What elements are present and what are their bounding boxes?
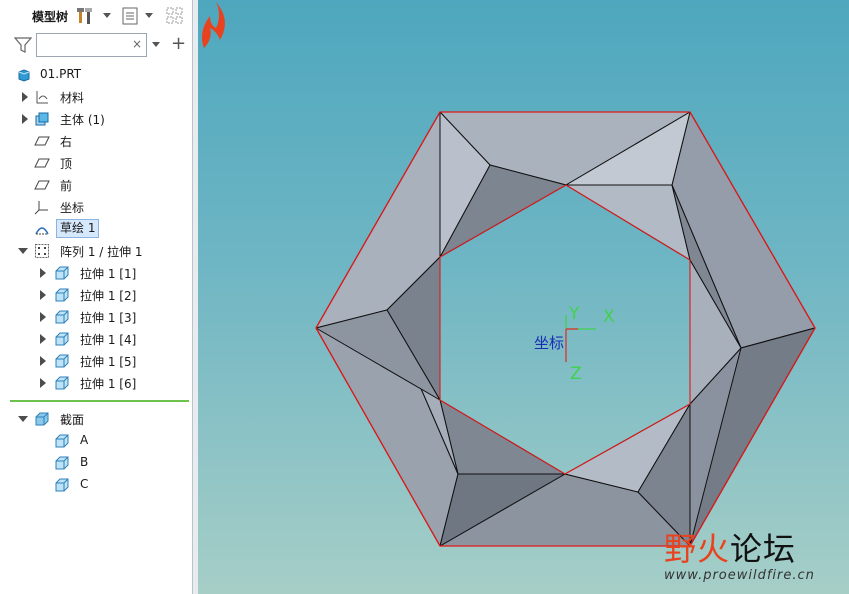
extrude-icon xyxy=(55,288,69,302)
expand-arrow-icon[interactable] xyxy=(40,356,46,366)
coordinate-system-icon xyxy=(34,201,48,215)
tree-item-material[interactable]: 材料 xyxy=(0,86,192,108)
tree-item-pattern[interactable]: 阵列 1 / 拉伸 1 xyxy=(0,240,192,262)
show-list-icon[interactable] xyxy=(120,6,140,26)
tree-item-sketch[interactable]: 草绘 1 xyxy=(0,218,192,240)
tree-item-label: 草绘 1 xyxy=(56,219,100,238)
watermark-brand-black: 论坛 xyxy=(730,530,797,568)
tree-search-input[interactable] xyxy=(36,33,147,57)
expand-arrow-icon[interactable] xyxy=(40,312,46,322)
tree-item-extrude-6[interactable]: 拉伸 1 [6] xyxy=(0,372,192,394)
datum-plane-icon xyxy=(34,136,50,146)
tree-item-label: A xyxy=(80,433,89,447)
tree-item-label: 拉伸 1 [3] xyxy=(80,311,137,325)
axis-y-label: Y xyxy=(569,304,580,324)
tree-item-label: 拉伸 1 [5] xyxy=(80,355,137,369)
tools-dropdown-icon[interactable] xyxy=(103,13,111,18)
extrude-icon xyxy=(55,310,69,324)
axis-x-label: X xyxy=(603,307,615,327)
tree-item-body[interactable]: 主体 (1) xyxy=(0,108,192,130)
clear-search-icon[interactable]: × xyxy=(132,37,142,51)
tree-item-label: 材料 xyxy=(60,91,85,105)
watermark-brand-red: 野火 xyxy=(664,530,731,568)
tree-item-label: 阵列 1 / 拉伸 1 xyxy=(60,245,143,259)
tree-item-label: 主体 (1) xyxy=(60,113,105,127)
expand-arrow-icon[interactable] xyxy=(22,92,28,102)
tree-root-label: 01.PRT xyxy=(40,67,82,81)
tree-root-row[interactable]: 01.PRT xyxy=(0,64,192,86)
tree-item-top-plane[interactable]: 顶 xyxy=(0,152,192,174)
extrude-icon xyxy=(55,266,69,280)
tree-item-section-c[interactable]: C xyxy=(0,474,192,496)
hexagon-ring-model[interactable] xyxy=(198,0,849,594)
tree-layout-icon[interactable] xyxy=(165,6,185,26)
filter-row: × + xyxy=(0,32,192,60)
extrude-icon xyxy=(55,376,69,390)
datum-plane-icon xyxy=(34,180,50,190)
section-folder-icon xyxy=(35,412,49,426)
datum-plane-icon xyxy=(34,158,50,168)
extrude-icon xyxy=(55,332,69,346)
insert-here-separator[interactable] xyxy=(10,400,189,402)
expand-arrow-icon[interactable] xyxy=(40,268,46,278)
tree-item-sections[interactable]: 截面 xyxy=(0,408,192,430)
tree-item-extrude-5[interactable]: 拉伸 1 [5] xyxy=(0,350,192,372)
section-icon xyxy=(55,456,69,470)
watermark-brand: 野火论坛 xyxy=(664,524,796,570)
part-icon xyxy=(18,69,30,82)
tree-item-label: 拉伸 1 [6] xyxy=(80,377,137,391)
tree-item-extrude-4[interactable]: 拉伸 1 [4] xyxy=(0,328,192,350)
tree-item-label: 拉伸 1 [4] xyxy=(80,333,137,347)
tree-item-extrude-3[interactable]: 拉伸 1 [3] xyxy=(0,306,192,328)
flame-logo-icon xyxy=(202,2,225,48)
tree-item-extrude-1[interactable]: 拉伸 1 [1] xyxy=(0,262,192,284)
tree-item-label: 右 xyxy=(60,135,73,149)
tree-item-label: 顶 xyxy=(60,157,73,171)
expand-arrow-icon[interactable] xyxy=(22,114,28,124)
tree-item-csys[interactable]: 坐标 xyxy=(0,196,192,218)
material-icon xyxy=(36,91,48,104)
section-icon xyxy=(55,478,69,492)
search-options-dropdown-icon[interactable] xyxy=(152,42,160,47)
sketch-icon xyxy=(35,227,49,235)
tree-item-label: 截面 xyxy=(60,413,85,427)
model-tree-panel: 模型树 × + 01.PRT 材料 主体 (1) 右 顶 前 坐标 草绘 1 阵… xyxy=(0,0,193,594)
collapse-arrow-icon[interactable] xyxy=(18,416,28,422)
tree-item-label: 前 xyxy=(60,179,73,193)
tree-item-section-a[interactable]: A xyxy=(0,430,192,452)
graphics-viewport[interactable]: Y X Z 坐标 野火论坛 www.proewildfire.cn xyxy=(198,0,849,594)
expand-arrow-icon[interactable] xyxy=(40,378,46,388)
section-icon xyxy=(55,434,69,448)
collapse-arrow-icon[interactable] xyxy=(18,248,28,254)
tree-item-label: 拉伸 1 [2] xyxy=(80,289,137,303)
tree-item-label: B xyxy=(80,455,89,469)
add-filter-button[interactable]: + xyxy=(171,35,186,53)
extrude-icon xyxy=(55,354,69,368)
body-icon xyxy=(35,112,49,126)
csys-label: 坐标 xyxy=(534,334,565,352)
filter-icon[interactable] xyxy=(14,36,32,54)
tree-item-label: 坐标 xyxy=(60,201,85,215)
watermark-url: www.proewildfire.cn xyxy=(664,568,815,583)
pattern-icon xyxy=(35,244,49,258)
settings-tools-icon[interactable] xyxy=(76,6,96,26)
tree-item-section-b[interactable]: B xyxy=(0,452,192,474)
panel-title: 模型树 xyxy=(32,10,69,24)
show-dropdown-icon[interactable] xyxy=(145,13,153,18)
tree-item-label: 拉伸 1 [1] xyxy=(80,267,137,281)
tree-item-front-plane[interactable]: 前 xyxy=(0,174,192,196)
tree-item-extrude-2[interactable]: 拉伸 1 [2] xyxy=(0,284,192,306)
expand-arrow-icon[interactable] xyxy=(40,290,46,300)
tree-item-right-plane[interactable]: 右 xyxy=(0,130,192,152)
expand-arrow-icon[interactable] xyxy=(40,334,46,344)
axis-z-label: Z xyxy=(570,364,582,384)
panel-header: 模型树 xyxy=(0,0,192,32)
tree-item-label: C xyxy=(80,477,89,491)
